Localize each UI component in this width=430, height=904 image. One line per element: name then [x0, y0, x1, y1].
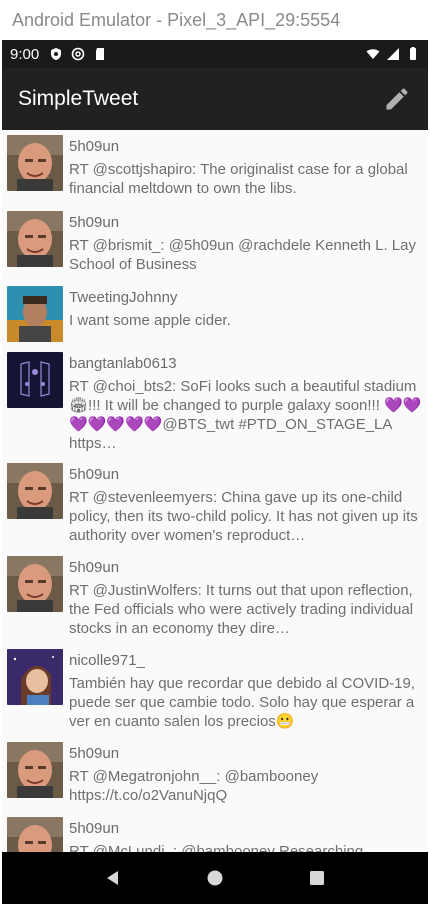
tweet-item[interactable]: 5h09un RT @scottjshapiro: The originalis… [2, 130, 428, 206]
tweet-item[interactable]: bangtanlab0613 RT @choi_bts2: SoFi looks… [2, 347, 428, 458]
tweet-item[interactable]: 5h09un RT @Megatronjohn__: @bambooney ht… [2, 737, 428, 812]
tweet-username: nicolle971_ [69, 652, 145, 669]
avatar-man-image [7, 742, 63, 798]
recents-icon [310, 871, 324, 885]
home-button[interactable] [203, 866, 227, 890]
tweet-item[interactable]: TweetingJohnny I want some apple cider. [2, 281, 428, 347]
avatar-man-image [7, 463, 63, 519]
device-screen: 9:00 SimpleTweet 5h09un RT @scottjshapir… [2, 40, 428, 904]
tweet-username: 5h09un [69, 820, 120, 837]
tweet-text: También hay que recordar que debido al C… [69, 675, 416, 730]
back-button[interactable] [101, 866, 125, 890]
tweet-item[interactable]: 5h09un RT @brismit_: @5h09un @rachdele K… [2, 206, 428, 281]
tweet-item[interactable]: 5h09un RT @stevenleemyers: China gave up… [2, 458, 428, 551]
avatar[interactable] [7, 649, 63, 705]
tweet-text: RT @brismit_: @5h09un @rachdele Kenneth … [69, 237, 416, 273]
avatar[interactable] [7, 135, 63, 191]
tweet-text: RT @Megatronjohn__: @bambooney https://t… [69, 768, 319, 804]
signal-icon [387, 48, 399, 60]
home-icon [207, 870, 223, 886]
back-icon [107, 871, 118, 885]
avatar[interactable] [7, 556, 63, 612]
tweet-username: 5h09un [69, 466, 120, 483]
sd-card-icon [96, 48, 105, 60]
tweet-username: 5h09un [69, 559, 120, 576]
avatar-man-image [7, 211, 63, 267]
tweet-text: I want some apple cider. [69, 312, 231, 329]
app-bar: SimpleTweet [2, 68, 428, 130]
status-bar: 9:00 [2, 40, 428, 68]
recents-button[interactable] [305, 866, 329, 890]
tweet-username: 5h09un [69, 214, 120, 231]
avatar-nicolle-image [7, 649, 63, 705]
tweet-text: RT @stevenleemyers: China gave up its on… [69, 489, 418, 544]
avatar[interactable] [7, 286, 63, 342]
avatar[interactable] [7, 352, 63, 408]
at-icon [71, 47, 85, 61]
tweet-username: TweetingJohnny [69, 289, 178, 306]
avatar[interactable] [7, 817, 63, 852]
pencil-icon [386, 88, 408, 110]
tweet-item[interactable]: 5h09un RT @McLundi_: @bambooney Research… [2, 812, 428, 852]
tweet-text: RT @JustinWolfers: It turns out that upo… [69, 582, 414, 637]
avatar[interactable] [7, 211, 63, 267]
emulator-window-title: Android Emulator - Pixel_3_API_29:5554 [0, 0, 430, 40]
tweet-text: RT @choi_bts2: SoFi looks such a beautif… [69, 378, 422, 452]
tweet-item[interactable]: nicolle971_ También hay que recordar que… [2, 644, 428, 737]
compose-button[interactable] [382, 84, 412, 114]
shield-icon [51, 48, 62, 60]
navigation-bar [2, 852, 428, 904]
avatar[interactable] [7, 742, 63, 798]
tweet-username: 5h09un [69, 138, 120, 155]
tweet-timeline[interactable]: 5h09un RT @scottjshapiro: The originalis… [2, 130, 428, 852]
wifi-icon [366, 49, 380, 59]
avatar-man-image [7, 556, 63, 612]
status-time: 9:00 [10, 45, 40, 63]
avatar-bangtan-image [7, 352, 63, 408]
tweet-text: RT @scottjshapiro: The originalist case … [69, 161, 408, 197]
battery-icon [410, 47, 416, 60]
avatar-man-image [7, 135, 63, 191]
app-title: SimpleTweet [18, 87, 139, 110]
avatar[interactable] [7, 463, 63, 519]
tweet-item[interactable]: 5h09un RT @JustinWolfers: It turns out t… [2, 551, 428, 644]
tweet-username: bangtanlab0613 [69, 355, 177, 372]
avatar-johnny-image [7, 286, 63, 342]
tweet-text: RT @McLundi_: @bambooney Researching [69, 843, 364, 852]
tweet-username: 5h09un [69, 745, 120, 762]
avatar-man-image [7, 817, 63, 852]
